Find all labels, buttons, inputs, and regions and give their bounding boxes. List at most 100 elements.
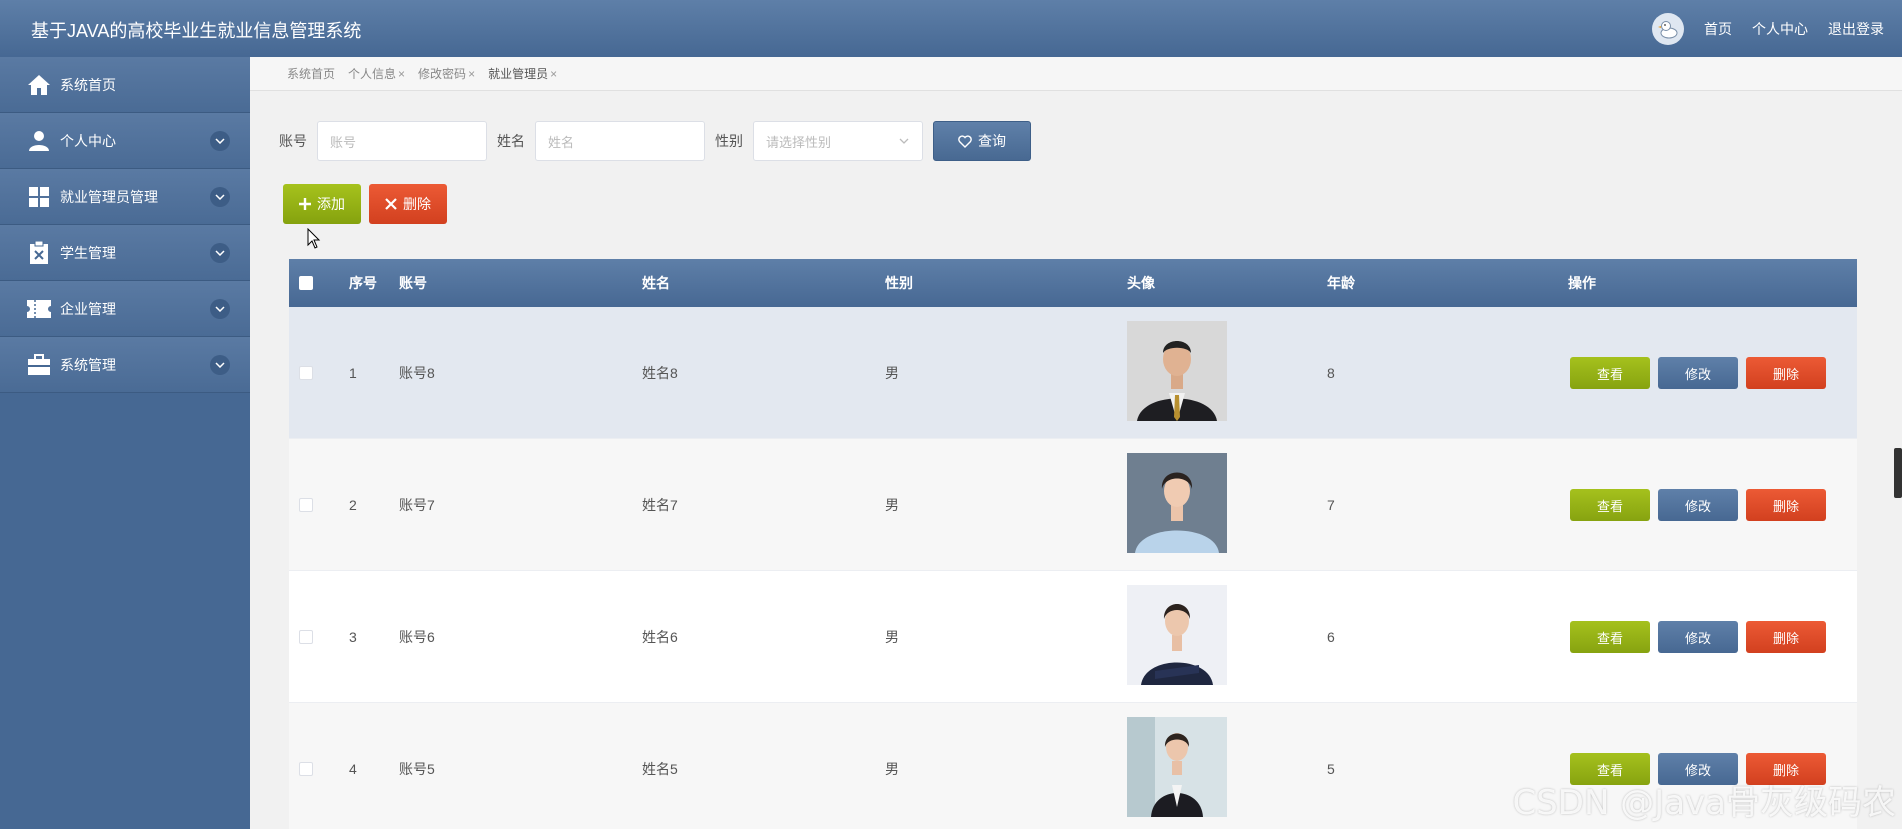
sidebar-item-label: 就业管理员管理: [60, 188, 158, 205]
app-title: 基于JAVA的高校毕业生就业信息管理系统: [31, 21, 362, 41]
row-name: 姓名8: [642, 364, 678, 381]
edit-button[interactable]: 修改: [1658, 357, 1738, 389]
row-age: 6: [1327, 628, 1335, 645]
search-form: 账号 账号 姓名 姓名 性别 请选择性别 查询: [279, 121, 1031, 161]
avatar[interactable]: [1652, 12, 1684, 45]
row-name: 姓名7: [642, 496, 678, 513]
view-button[interactable]: 查看: [1570, 489, 1650, 521]
row-age: 8: [1327, 364, 1335, 381]
header-nav: 首页 个人中心 退出登录: [1652, 0, 1884, 57]
delete-button[interactable]: 删除: [1746, 357, 1826, 389]
chevron-down-icon[interactable]: [210, 355, 230, 375]
row-name: 姓名6: [642, 628, 678, 645]
close-icon[interactable]: ×: [550, 67, 557, 81]
view-button[interactable]: 查看: [1570, 357, 1650, 389]
tab-label: 系统首页: [287, 67, 336, 81]
table-header: 序号 账号 姓名 性别 头像 年龄 操作: [289, 259, 1857, 307]
account-input[interactable]: 账号: [317, 121, 487, 161]
tab-change-password[interactable]: 修改密码 ×: [418, 65, 475, 82]
home-icon: [26, 72, 52, 98]
col-actions: 操作: [1568, 275, 1596, 291]
row-index: 4: [349, 760, 357, 777]
ticket-icon: [26, 296, 52, 322]
add-button[interactable]: 添加: [283, 184, 361, 224]
delete-button[interactable]: 删除: [1746, 489, 1826, 521]
chevron-down-icon[interactable]: [210, 299, 230, 319]
row-index: 1: [349, 364, 357, 381]
profile-link[interactable]: 个人中心: [1752, 19, 1808, 39]
sidebar-item-label: 系统首页: [60, 76, 116, 93]
tab-personal-info[interactable]: 个人信息 ×: [348, 65, 405, 82]
chevron-down-icon[interactable]: [210, 243, 230, 263]
row-checkbox[interactable]: [299, 366, 313, 380]
row-gender: 男: [885, 364, 899, 381]
row-account: 账号8: [399, 364, 435, 381]
sidebar: 系统首页 个人中心 就业管理员管理 学生管理 企业管理 系统管理: [0, 57, 250, 829]
sidebar-item-home[interactable]: 系统首页: [0, 57, 250, 113]
query-button-label: 查询: [978, 133, 1006, 149]
chevron-down-icon: [899, 138, 909, 144]
duck-avatar-icon: [1658, 20, 1678, 38]
row-account: 账号6: [399, 628, 435, 645]
table-row: 1 账号8 姓名8 男 8 查看 修改 删除: [289, 307, 1857, 439]
sidebar-item-admin-management[interactable]: 就业管理员管理: [0, 169, 250, 225]
avatar-photo[interactable]: [1127, 717, 1227, 817]
col-gender: 性别: [885, 275, 913, 291]
clipboard-icon: [26, 240, 52, 266]
tab-system-home[interactable]: 系统首页: [287, 65, 335, 82]
top-header: 基于JAVA的高校毕业生就业信息管理系统 首页 个人中心 退出登录: [0, 0, 1902, 57]
sidebar-item-label: 个人中心: [60, 132, 116, 149]
chevron-down-icon[interactable]: [210, 131, 230, 151]
account-label: 账号: [279, 133, 307, 149]
row-age: 7: [1327, 496, 1335, 513]
close-icon: [385, 198, 397, 210]
chevron-down-icon[interactable]: [210, 187, 230, 207]
close-icon[interactable]: ×: [468, 67, 475, 81]
view-button[interactable]: 查看: [1570, 621, 1650, 653]
avatar-photo[interactable]: [1127, 321, 1227, 421]
delete-button[interactable]: 删除: [1746, 621, 1826, 653]
user-icon: [26, 128, 52, 154]
row-checkbox[interactable]: [299, 498, 313, 512]
tab-label: 就业管理员: [488, 67, 549, 81]
edit-button[interactable]: 修改: [1658, 489, 1738, 521]
sidebar-item-system-management[interactable]: 系统管理: [0, 337, 250, 393]
action-bar: 添加 删除: [283, 184, 447, 224]
tab-admin[interactable]: 就业管理员 ×: [488, 65, 557, 82]
close-icon[interactable]: ×: [398, 67, 405, 81]
avatar-photo[interactable]: [1127, 585, 1227, 685]
row-gender: 男: [885, 760, 899, 777]
select-all-checkbox[interactable]: [299, 276, 313, 290]
name-input[interactable]: 姓名: [535, 121, 705, 161]
gender-select[interactable]: 请选择性别: [753, 121, 923, 161]
table-row: 3 账号6 姓名6 男 6 查看 修改 删除: [289, 571, 1857, 703]
row-checkbox[interactable]: [299, 762, 313, 776]
sidebar-item-student-management[interactable]: 学生管理: [0, 225, 250, 281]
query-button[interactable]: 查询: [933, 121, 1031, 161]
scrollbar-thumb[interactable]: [1894, 448, 1902, 498]
avatar-photo[interactable]: [1127, 453, 1227, 553]
row-checkbox[interactable]: [299, 630, 313, 644]
gender-select-placeholder: 请选择性别: [766, 134, 832, 150]
delete-button-label: 删除: [403, 196, 431, 212]
sidebar-item-company-management[interactable]: 企业管理: [0, 281, 250, 337]
row-gender: 男: [885, 628, 899, 645]
plus-icon: [299, 198, 311, 210]
row-index: 2: [349, 496, 357, 513]
name-label: 姓名: [497, 133, 525, 149]
col-index: 序号: [349, 275, 377, 291]
batch-delete-button[interactable]: 删除: [369, 184, 447, 224]
home-link[interactable]: 首页: [1704, 19, 1732, 39]
mouse-cursor-icon: [307, 228, 321, 249]
sidebar-item-label: 系统管理: [60, 356, 116, 373]
col-account: 账号: [399, 275, 427, 291]
logout-link[interactable]: 退出登录: [1828, 19, 1884, 39]
edit-button[interactable]: 修改: [1658, 621, 1738, 653]
sidebar-item-label: 学生管理: [60, 244, 116, 261]
table-row: 2 账号7 姓名7 男 7 查看 修改 删除: [289, 439, 1857, 571]
tab-label: 个人信息: [348, 67, 397, 81]
row-index: 3: [349, 628, 357, 645]
add-button-label: 添加: [317, 196, 345, 212]
admin-table: 序号 账号 姓名 性别 头像 年龄 操作 1 账号8 姓名8 男 8 查看 修改…: [289, 259, 1857, 829]
sidebar-item-personal-center[interactable]: 个人中心: [0, 113, 250, 169]
